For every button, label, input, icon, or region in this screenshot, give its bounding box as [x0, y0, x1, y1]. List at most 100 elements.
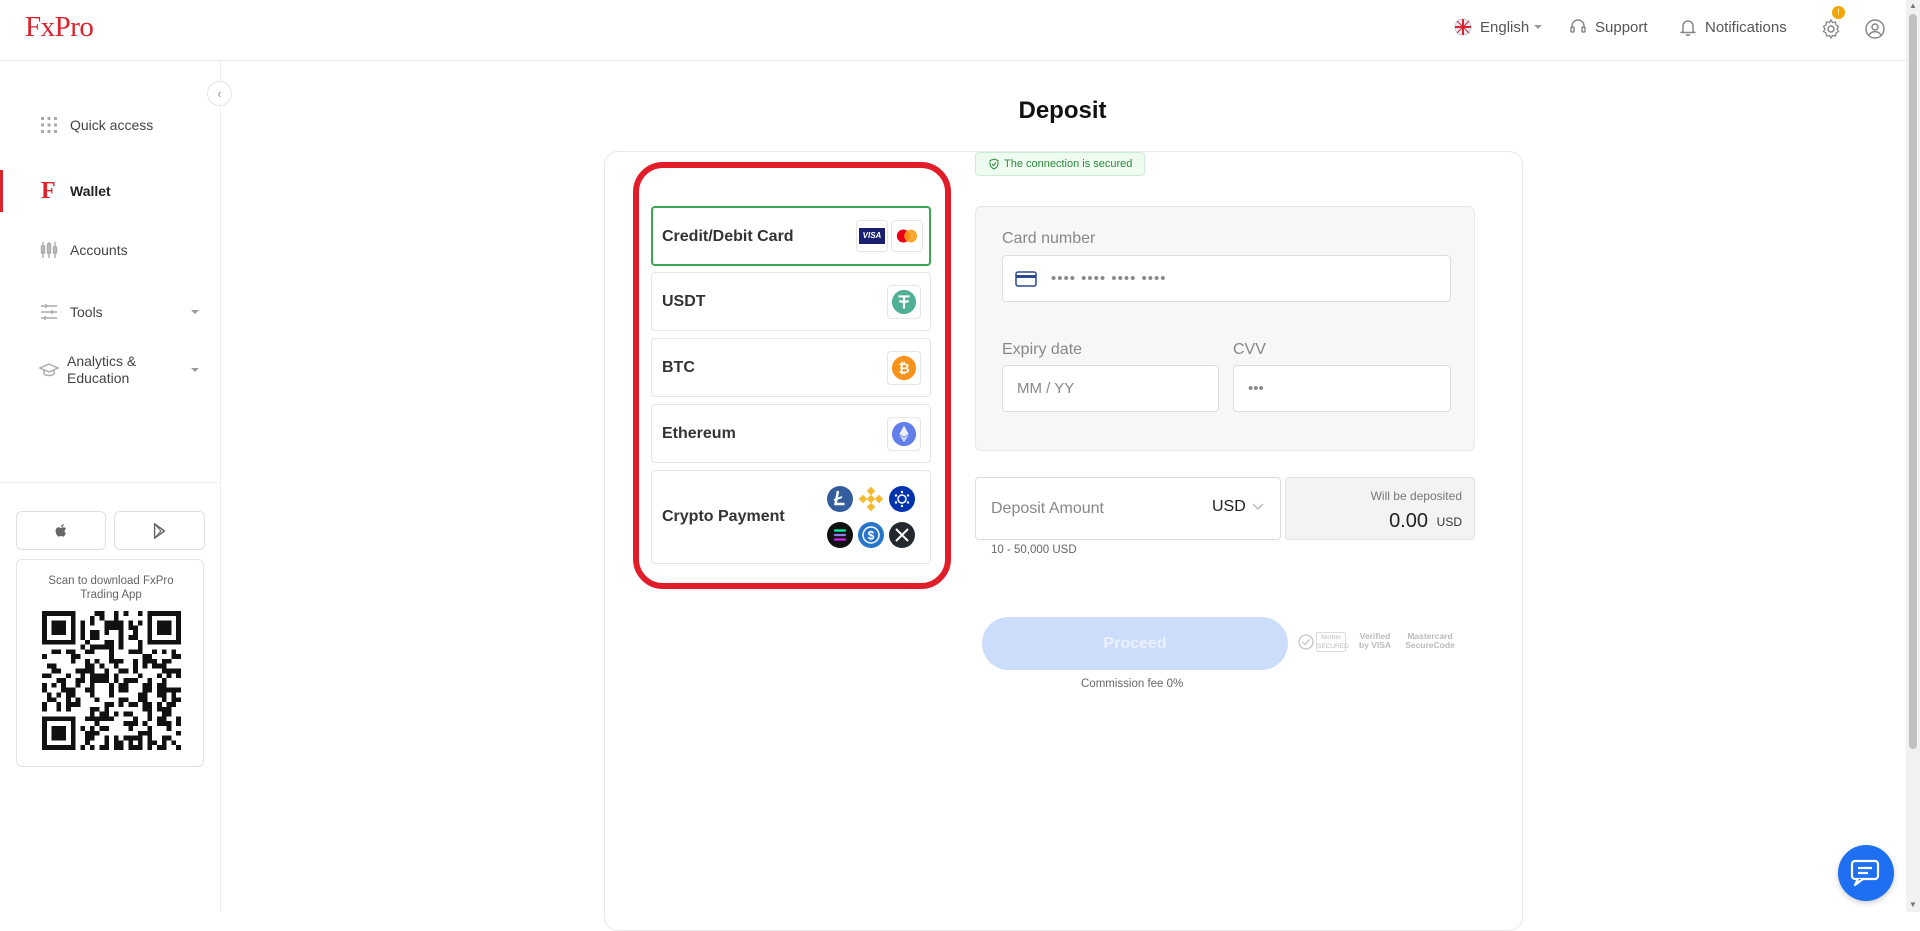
method-label: Credit/Debit Card — [662, 228, 794, 245]
settings-badge: ! — [1832, 6, 1845, 19]
bell-icon — [1679, 20, 1697, 36]
expiry-label: Expiry date — [1002, 341, 1083, 358]
scroll-up-arrow-icon[interactable]: ▲ — [1909, 1, 1917, 10]
method-label: USDT — [662, 293, 706, 310]
sidebar-item-wallet[interactable]: F Wallet — [0, 170, 221, 212]
chevron-left-icon: ‹ — [217, 86, 222, 101]
usdc-icon: $ — [858, 522, 884, 548]
norton-secured-logo: Norton SECURED — [1298, 632, 1349, 652]
sidebar-item-tools[interactable]: Tools — [0, 298, 221, 326]
qr-caption: Scan to download FxPro Trading App — [48, 575, 174, 601]
graduation-cap-icon — [39, 363, 59, 377]
binance-icon — [858, 486, 884, 512]
user-circle-icon — [1865, 19, 1885, 39]
amount-range: 10 - 50,000 USD — [991, 544, 1077, 556]
chevron-down-icon — [1534, 25, 1543, 29]
language-selector[interactable]: English — [1454, 18, 1543, 36]
scroll-down-arrow-icon[interactable]: ▼ — [1909, 900, 1917, 909]
fxpro-f-icon: F — [41, 178, 56, 204]
apple-icon — [55, 523, 67, 537]
expiry-input[interactable]: MM / YY — [1002, 365, 1219, 412]
card-form-panel: Card number •••• •••• •••• •••• Expiry d… — [975, 206, 1475, 451]
bitcoin-icon: ₿ — [887, 351, 921, 385]
card-number-label: Card number — [1002, 230, 1096, 247]
qr-code-image — [42, 611, 181, 750]
verified-by-visa-logo: Verified by VISA — [1358, 631, 1392, 650]
method-credit-card[interactable]: Credit/Debit Card VISA — [651, 206, 931, 266]
collapse-sidebar-button[interactable]: ‹ — [207, 81, 232, 106]
profile-button[interactable] — [1864, 18, 1886, 45]
method-ethereum[interactable]: Ethereum — [651, 404, 931, 463]
page-title: Deposit — [1018, 97, 1107, 124]
sidebar-item-label: Tools — [70, 304, 103, 320]
chevron-down-icon — [191, 310, 199, 314]
currency-select[interactable]: USD — [1212, 498, 1264, 516]
notifications-label: Notifications — [1705, 18, 1787, 36]
google-play-button[interactable] — [114, 511, 205, 550]
tether-icon — [887, 285, 921, 319]
candlestick-icon — [40, 242, 58, 258]
sidebar-divider — [0, 482, 221, 483]
method-label: BTC — [662, 359, 695, 376]
sidebar-item-label: Analytics & Education — [67, 353, 137, 386]
app-store-button[interactable] — [16, 511, 106, 550]
headset-icon — [1570, 19, 1586, 33]
ethereum-icon — [887, 417, 921, 451]
sidebar-item-label: Quick access — [70, 117, 154, 133]
will-be-deposited-currency: USD — [1436, 515, 1462, 529]
will-be-deposited-label: Will be deposited — [1370, 489, 1462, 503]
chevron-down-icon — [1252, 503, 1264, 511]
visa-icon: VISA — [856, 220, 888, 252]
will-be-deposited-box: Will be deposited 0.00 USD — [1285, 477, 1475, 540]
uk-flag-icon — [1454, 18, 1472, 36]
currency-value: USD — [1212, 498, 1246, 515]
method-usdt[interactable]: USDT — [651, 272, 931, 331]
sidebar: Quick access F Wallet Accounts Tools Ana… — [0, 61, 221, 912]
mastercard-securecode-logo: Mastercard SecureCode — [1405, 631, 1455, 650]
live-chat-button[interactable] — [1838, 845, 1894, 901]
expiry-placeholder: MM / YY — [1017, 380, 1075, 397]
sidebar-item-accounts[interactable]: Accounts — [0, 236, 221, 264]
method-label: Ethereum — [662, 425, 736, 442]
sidebar-item-quick-access[interactable]: Quick access — [0, 111, 221, 139]
secure-text: The connection is secured — [1004, 158, 1133, 170]
method-crypto-payment[interactable]: Crypto Payment $ — [651, 470, 931, 564]
credit-card-icon — [1015, 270, 1037, 287]
sidebar-item-label: Accounts — [70, 242, 128, 258]
page-scrollbar[interactable]: ▲ ▼ — [1906, 0, 1920, 912]
litecoin-icon — [827, 486, 853, 512]
language-label: English — [1480, 18, 1530, 36]
secure-connection-badge: The connection is secured — [975, 152, 1146, 176]
svg-text:₿: ₿ — [898, 360, 909, 376]
google-play-icon — [153, 522, 165, 539]
cvv-placeholder: ••• — [1248, 380, 1264, 397]
will-be-deposited-value: 0.00 — [1389, 510, 1428, 532]
card-number-placeholder: •••• •••• •••• •••• — [1051, 270, 1167, 287]
qr-download-box: Scan to download FxPro Trading App — [16, 559, 204, 767]
sidebar-item-analytics[interactable]: Analytics & Education — [0, 352, 221, 388]
amount-placeholder: Deposit Amount — [991, 500, 1104, 517]
norton-check-icon — [1298, 634, 1314, 650]
notifications-link[interactable]: Notifications — [1679, 18, 1787, 36]
card-number-input[interactable]: •••• •••• •••• •••• — [1002, 255, 1451, 302]
method-btc[interactable]: BTC ₿ — [651, 338, 931, 397]
cardano-icon — [889, 486, 915, 512]
method-label: Crypto Payment — [662, 508, 785, 525]
support-label: Support — [1595, 18, 1648, 36]
fxpro-logo[interactable]: FxPro — [25, 11, 94, 44]
deposit-amount-input[interactable]: Deposit Amount USD — [975, 477, 1281, 540]
sidebar-item-label: Wallet — [70, 183, 111, 199]
solana-icon — [827, 522, 853, 548]
shield-check-icon — [989, 158, 999, 170]
support-link[interactable]: Support — [1569, 18, 1648, 36]
chat-bubble-icon — [1850, 859, 1880, 887]
xrp-icon — [889, 522, 915, 548]
scrollbar-thumb[interactable] — [1909, 14, 1917, 749]
top-header: FxPro English Support Notifications ! — [0, 0, 1906, 61]
settings-button[interactable]: ! — [1820, 6, 1845, 40]
proceed-button[interactable]: Proceed — [982, 617, 1288, 670]
gear-icon — [1822, 18, 1840, 40]
cvv-input[interactable]: ••• — [1233, 365, 1451, 412]
svg-text:$: $ — [868, 529, 875, 543]
sliders-icon — [41, 304, 57, 320]
